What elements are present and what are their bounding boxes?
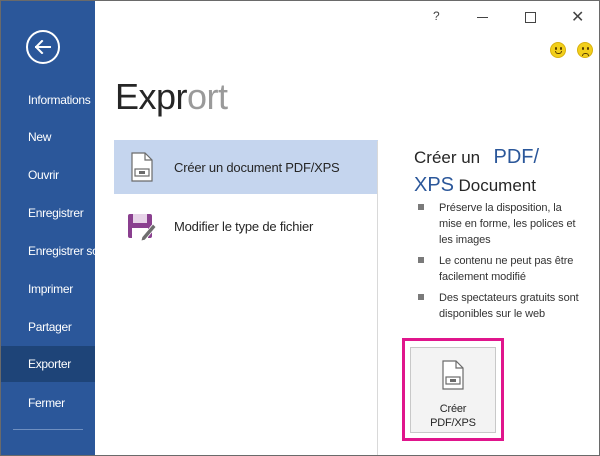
sidebar-item-enregistrer[interactable]: Enregistrer [1, 195, 105, 231]
bullet-icon [418, 204, 424, 210]
sidebar-item-partager[interactable]: Partager [1, 309, 105, 345]
bullet-icon [418, 257, 424, 263]
maximize-button[interactable] [525, 12, 536, 23]
page-title-faded: ort [187, 76, 228, 117]
option-label: Créer un document PDF/XPS [174, 159, 340, 175]
sidebar-item-label: Fermer [28, 396, 65, 410]
bullet-item: Des spectateurs gratuits sont disponible… [418, 290, 583, 322]
sidebar-divider [13, 429, 83, 430]
details-title-part: Document [458, 176, 536, 195]
page-title-main: Expr [115, 76, 188, 117]
help-button[interactable]: ? [433, 9, 440, 23]
bullet-item: Le contenu ne peut pas être facilement m… [418, 253, 583, 285]
back-button[interactable] [26, 30, 60, 64]
create-button-label: Créer PDF/XPS [430, 402, 476, 430]
create-pdf-xps-button[interactable]: Créer PDF/XPS [410, 347, 496, 433]
pane-divider [377, 141, 378, 455]
back-arrow-icon [35, 40, 51, 54]
sidebar-item-label: New [28, 130, 52, 144]
sidebar-item-informations[interactable]: Informations [1, 82, 105, 118]
create-button-line2: PDF/XPS [430, 417, 476, 429]
pdf-document-icon [120, 152, 164, 182]
sidebar: Informations New Ouvrir Enregistrer Enre… [1, 1, 111, 455]
close-button[interactable]: ✕ [571, 7, 584, 27]
sidebar-item-fermer[interactable]: Fermer [1, 385, 105, 421]
bullet-icon [418, 294, 424, 300]
sidebar-item-label: Enregistrer sous [28, 244, 111, 258]
option-create-pdf-xps[interactable]: Créer un document PDF/XPS [114, 140, 378, 194]
bullet-item: Préserve la disposition, la mise en form… [418, 200, 583, 248]
sidebar-item-label: Informations [28, 93, 91, 107]
bullet-text: Des spectateurs gratuits sont disponible… [439, 292, 579, 320]
sidebar-item-enregistrer-sous[interactable]: Enregistrer sous [1, 233, 111, 269]
option-label: Modifier le type de fichier [174, 218, 314, 234]
sidebar-item-ouvrir[interactable]: Ouvrir [1, 157, 105, 193]
smile-icon[interactable] [550, 42, 566, 58]
sidebar-item-label: Partager [28, 320, 72, 334]
pdf-document-icon [442, 360, 464, 395]
sidebar-item-exporter[interactable]: Exporter [1, 346, 95, 382]
sidebar-item-label: Enregistrer [28, 206, 84, 220]
details-title-part: Créer un [414, 148, 481, 167]
sidebar-item-label: Imprimer [28, 282, 73, 296]
sidebar-item-label: Exporter [28, 357, 71, 371]
backstage-window: Informations New Ouvrir Enregistrer Enre… [0, 0, 600, 456]
change-file-type-icon [120, 211, 164, 241]
details-title-part: XPS [414, 174, 455, 196]
minimize-button[interactable] [477, 17, 488, 18]
bullet-text: Préserve la disposition, la mise en form… [439, 202, 576, 246]
sidebar-item-new[interactable]: New [1, 119, 105, 155]
details-title: Créer un PDF/ XPS Document [414, 144, 584, 200]
option-change-file-type[interactable]: Modifier le type de fichier [114, 199, 378, 253]
sidebar-item-imprimer[interactable]: Imprimer [1, 271, 105, 307]
details-title-part: PDF/ [493, 146, 540, 168]
bullet-text: Le contenu ne peut pas être facilement m… [439, 255, 574, 283]
sidebar-item-label: Ouvrir [28, 168, 59, 182]
page-title: Exprort [115, 77, 228, 117]
frown-icon[interactable] [577, 42, 593, 58]
create-button-line1: Créer [439, 403, 467, 415]
